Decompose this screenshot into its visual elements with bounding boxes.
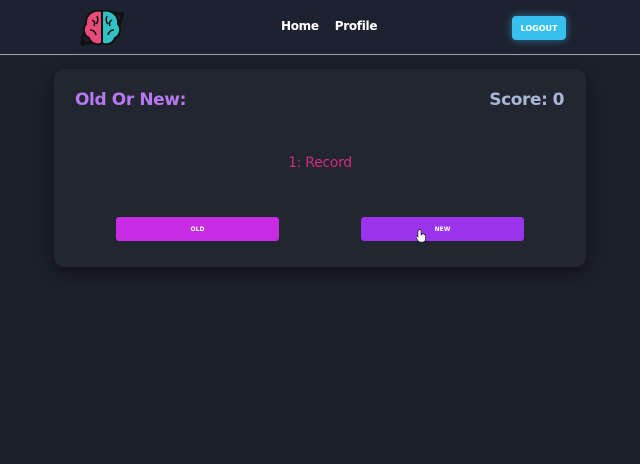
logout-button[interactable]: LOGOUT [512,16,566,40]
game-title: Old Or New: [75,90,186,110]
score-label: Score: [489,90,548,110]
nav-link-profile[interactable]: Profile [335,19,378,33]
nav-links: Home Profile [281,19,377,33]
score-display: Score: 0 [489,90,564,110]
nav-link-home[interactable]: Home [281,19,319,33]
score-value: 0 [552,90,565,110]
new-button[interactable]: NEW [361,217,524,241]
hand-cursor-icon [416,229,426,242]
old-button[interactable]: OLD [116,217,279,241]
current-word: 1: Record [288,155,352,171]
navbar: Home Profile LOGOUT [0,0,640,55]
game-card: Old Or New: Score: 0 1: Record OLD NEW [54,69,586,267]
brain-planet-logo-icon[interactable] [78,6,126,50]
